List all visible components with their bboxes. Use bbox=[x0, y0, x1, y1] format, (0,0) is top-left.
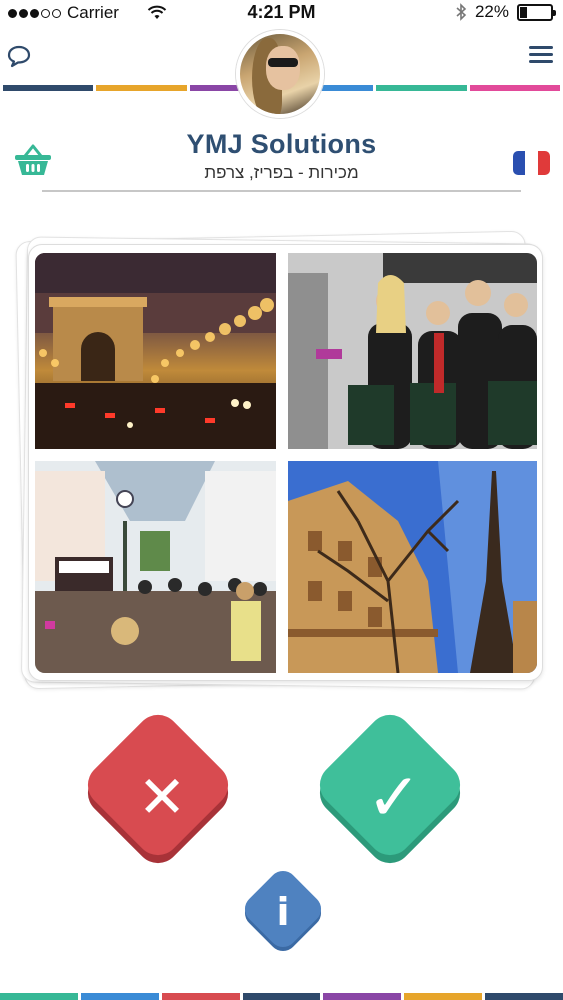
page-subtitle: מכירות - בפריז, צרפת bbox=[204, 163, 359, 182]
accept-button[interactable]: ✓ bbox=[310, 705, 470, 875]
shopping-mall-crowd-photo bbox=[35, 461, 276, 673]
status-bar: Carrier 4:21 PM 22% bbox=[0, 0, 563, 26]
info-icon: i bbox=[276, 890, 290, 934]
info-button[interactable]: i bbox=[239, 865, 327, 960]
stripe-segment bbox=[96, 85, 187, 91]
bluetooth-icon bbox=[456, 3, 467, 21]
stripe-segment bbox=[0, 993, 78, 1000]
battery-icon bbox=[517, 3, 556, 21]
stripe-segment bbox=[242, 993, 321, 1000]
arc-de-triomphe-night-photo bbox=[35, 253, 276, 449]
stripe-segment bbox=[469, 85, 560, 91]
close-x-icon: ✕ bbox=[137, 763, 187, 831]
chat-bubble-icon[interactable] bbox=[6, 44, 32, 68]
stripe-segment bbox=[376, 85, 467, 91]
stripe-segment bbox=[404, 993, 483, 1000]
eiffel-tower-photo bbox=[288, 461, 537, 673]
stripe-segment bbox=[485, 993, 563, 1000]
jose-eber-team-photo bbox=[288, 253, 537, 449]
page-title: YMJ Solutions bbox=[186, 129, 377, 159]
header-divider bbox=[42, 190, 521, 192]
profile-avatar[interactable] bbox=[236, 30, 324, 118]
stripe-segment bbox=[161, 993, 240, 1000]
hamburger-menu-icon[interactable] bbox=[529, 46, 553, 66]
swipe-card[interactable] bbox=[28, 244, 543, 681]
status-right: 22% bbox=[455, 2, 556, 22]
reject-button[interactable]: ✕ bbox=[78, 705, 238, 875]
color-stripe-bottom bbox=[0, 993, 563, 1000]
battery-percent: 22% bbox=[474, 2, 509, 21]
stripe-segment bbox=[3, 85, 94, 91]
checkmark-icon: ✓ bbox=[366, 759, 422, 836]
stripe-segment bbox=[323, 993, 402, 1000]
stripe-segment bbox=[80, 993, 159, 1000]
